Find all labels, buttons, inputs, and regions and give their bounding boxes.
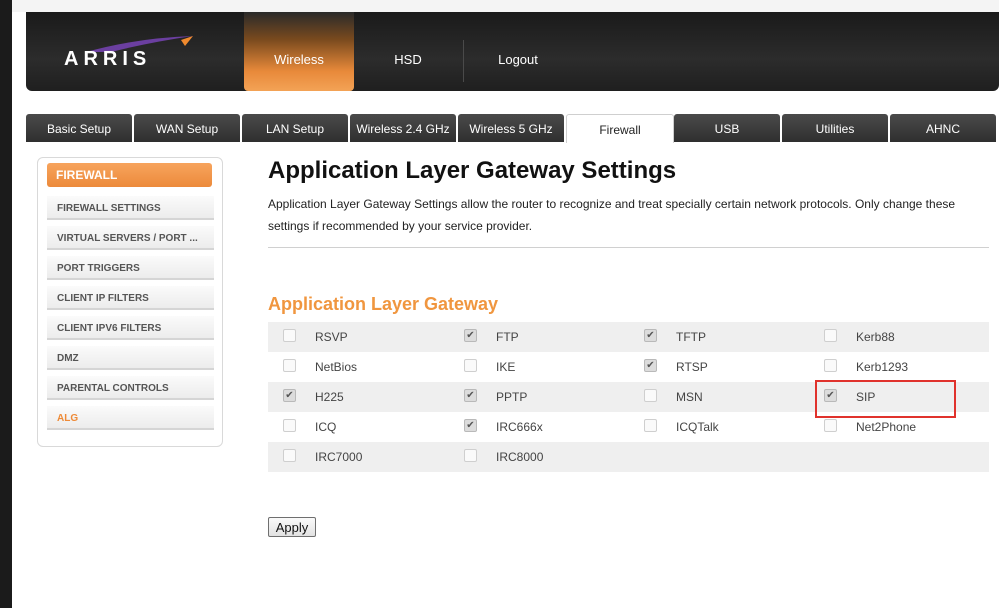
rtsp-label: RTSP	[676, 360, 708, 374]
tab-basic-setup[interactable]: Basic Setup	[26, 114, 132, 142]
page-title: Application Layer Gateway Settings	[268, 157, 677, 184]
sidebar-item-client-ip-filters[interactable]: CLIENT IP FILTERS	[47, 286, 214, 310]
tab-lan-setup[interactable]: LAN Setup	[242, 114, 348, 142]
topnav-wireless[interactable]: Wireless	[244, 12, 354, 91]
net2phone-label: Net2Phone	[856, 420, 917, 434]
rsvp-label: RSVP	[315, 330, 348, 344]
sip-highlight-box	[815, 380, 956, 418]
ftp-label: FTP	[496, 330, 519, 344]
tab-utilities[interactable]: Utilities	[782, 114, 888, 142]
protocol-cell: IRC666x	[449, 412, 629, 442]
section-title: Application Layer Gateway	[268, 294, 499, 314]
main-tabs: Basic Setup WAN Setup LAN Setup Wireless…	[26, 114, 999, 143]
h225-checkbox[interactable]	[283, 389, 296, 402]
protocol-cell: ICQTalk	[629, 412, 809, 442]
sidebar-item-client-ipv6-filters[interactable]: CLIENT IPV6 FILTERS	[47, 316, 214, 340]
protocol-cell: IRC7000	[268, 442, 448, 472]
protocol-cell: IKE	[449, 352, 629, 382]
ike-checkbox[interactable]	[464, 359, 477, 372]
page-description: Application Layer Gateway Settings allow…	[268, 197, 956, 233]
kerb1293-label: Kerb1293	[856, 360, 909, 374]
top-strip	[12, 0, 999, 12]
pptp-checkbox[interactable]	[464, 389, 477, 402]
protocol-cell: IRC8000	[449, 442, 629, 472]
pptp-label: PPTP	[496, 390, 528, 404]
ftp-checkbox[interactable]	[464, 329, 477, 342]
icq-checkbox[interactable]	[283, 419, 296, 432]
protocol-cell: RTSP	[629, 352, 809, 382]
topnav-hsd[interactable]: HSD	[353, 12, 463, 91]
sidebar-item-parental-controls[interactable]: PARENTAL CONTROLS	[47, 376, 214, 400]
icqtalk-label: ICQTalk	[676, 420, 719, 434]
protocol-row: IRC7000 IRC8000	[268, 442, 989, 472]
tab-ahnc[interactable]: AHNC	[890, 114, 996, 142]
tftp-checkbox[interactable]	[644, 329, 657, 342]
window-edge	[0, 0, 12, 608]
sidebar-item-firewall-settings[interactable]: FIREWALL SETTINGS	[47, 196, 214, 220]
protocol-cell: Kerb88	[809, 322, 989, 352]
protocol-cell: FTP	[449, 322, 629, 352]
tab-usb[interactable]: USB	[674, 114, 780, 142]
protocol-cell: Kerb1293	[809, 352, 989, 382]
sidebar-item-virtual-servers[interactable]: VIRTUAL SERVERS / PORT ...	[47, 226, 214, 250]
protocol-row: NetBios IKE RTSP Kerb1293	[268, 352, 989, 382]
irc7000-checkbox[interactable]	[283, 449, 296, 462]
protocol-cell: TFTP	[629, 322, 809, 352]
icqtalk-checkbox[interactable]	[644, 419, 657, 432]
tab-wireless-5[interactable]: Wireless 5 GHz	[458, 114, 564, 142]
rsvp-checkbox[interactable]	[283, 329, 296, 342]
sidebar-item-alg[interactable]: ALG	[47, 406, 214, 430]
irc8000-label: IRC8000	[496, 450, 544, 464]
net2phone-checkbox[interactable]	[824, 419, 837, 432]
irc8000-checkbox[interactable]	[464, 449, 477, 462]
tab-wan-setup[interactable]: WAN Setup	[134, 114, 240, 142]
kerb88-label: Kerb88	[856, 330, 895, 344]
topnav-logout[interactable]: Logout	[463, 12, 573, 91]
netbios-label: NetBios	[315, 360, 358, 374]
tftp-label: TFTP	[676, 330, 706, 344]
protocol-cell: NetBios	[268, 352, 448, 382]
irc666x-label: IRC666x	[496, 420, 543, 434]
protocol-cell: H225	[268, 382, 448, 412]
tab-wireless-24[interactable]: Wireless 2.4 GHz	[350, 114, 456, 142]
irc7000-label: IRC7000	[315, 450, 363, 464]
msn-checkbox[interactable]	[644, 389, 657, 402]
protocol-cell: ICQ	[268, 412, 448, 442]
arris-logo: ARRIS	[64, 48, 152, 70]
ike-label: IKE	[496, 360, 516, 374]
sidebar-item-port-triggers[interactable]: PORT TRIGGERS	[47, 256, 214, 280]
netbios-checkbox[interactable]	[283, 359, 296, 372]
sidebar-item-dmz[interactable]: DMZ	[47, 346, 214, 370]
kerb88-checkbox[interactable]	[824, 329, 837, 342]
sidebar-heading: FIREWALL	[47, 163, 212, 187]
kerb1293-checkbox[interactable]	[824, 359, 837, 372]
firewall-sidebar: FIREWALL FIREWALL SETTINGS VIRTUAL SERVE…	[37, 157, 223, 447]
divider	[268, 247, 989, 248]
apply-button[interactable]: Apply	[268, 517, 316, 537]
header-bar: ARRIS Wireless HSD Logout	[26, 12, 999, 91]
h225-label: H225	[315, 390, 344, 404]
protocol-cell: PPTP	[449, 382, 629, 412]
icq-label: ICQ	[315, 420, 337, 434]
irc666x-checkbox[interactable]	[464, 419, 477, 432]
rtsp-checkbox[interactable]	[644, 359, 657, 372]
protocol-cell: RSVP	[268, 322, 448, 352]
protocol-cell: MSN	[629, 382, 809, 412]
tab-firewall[interactable]: Firewall	[566, 114, 674, 143]
msn-label: MSN	[676, 390, 703, 404]
protocol-row: RSVP FTP TFTP Kerb88	[268, 322, 989, 352]
